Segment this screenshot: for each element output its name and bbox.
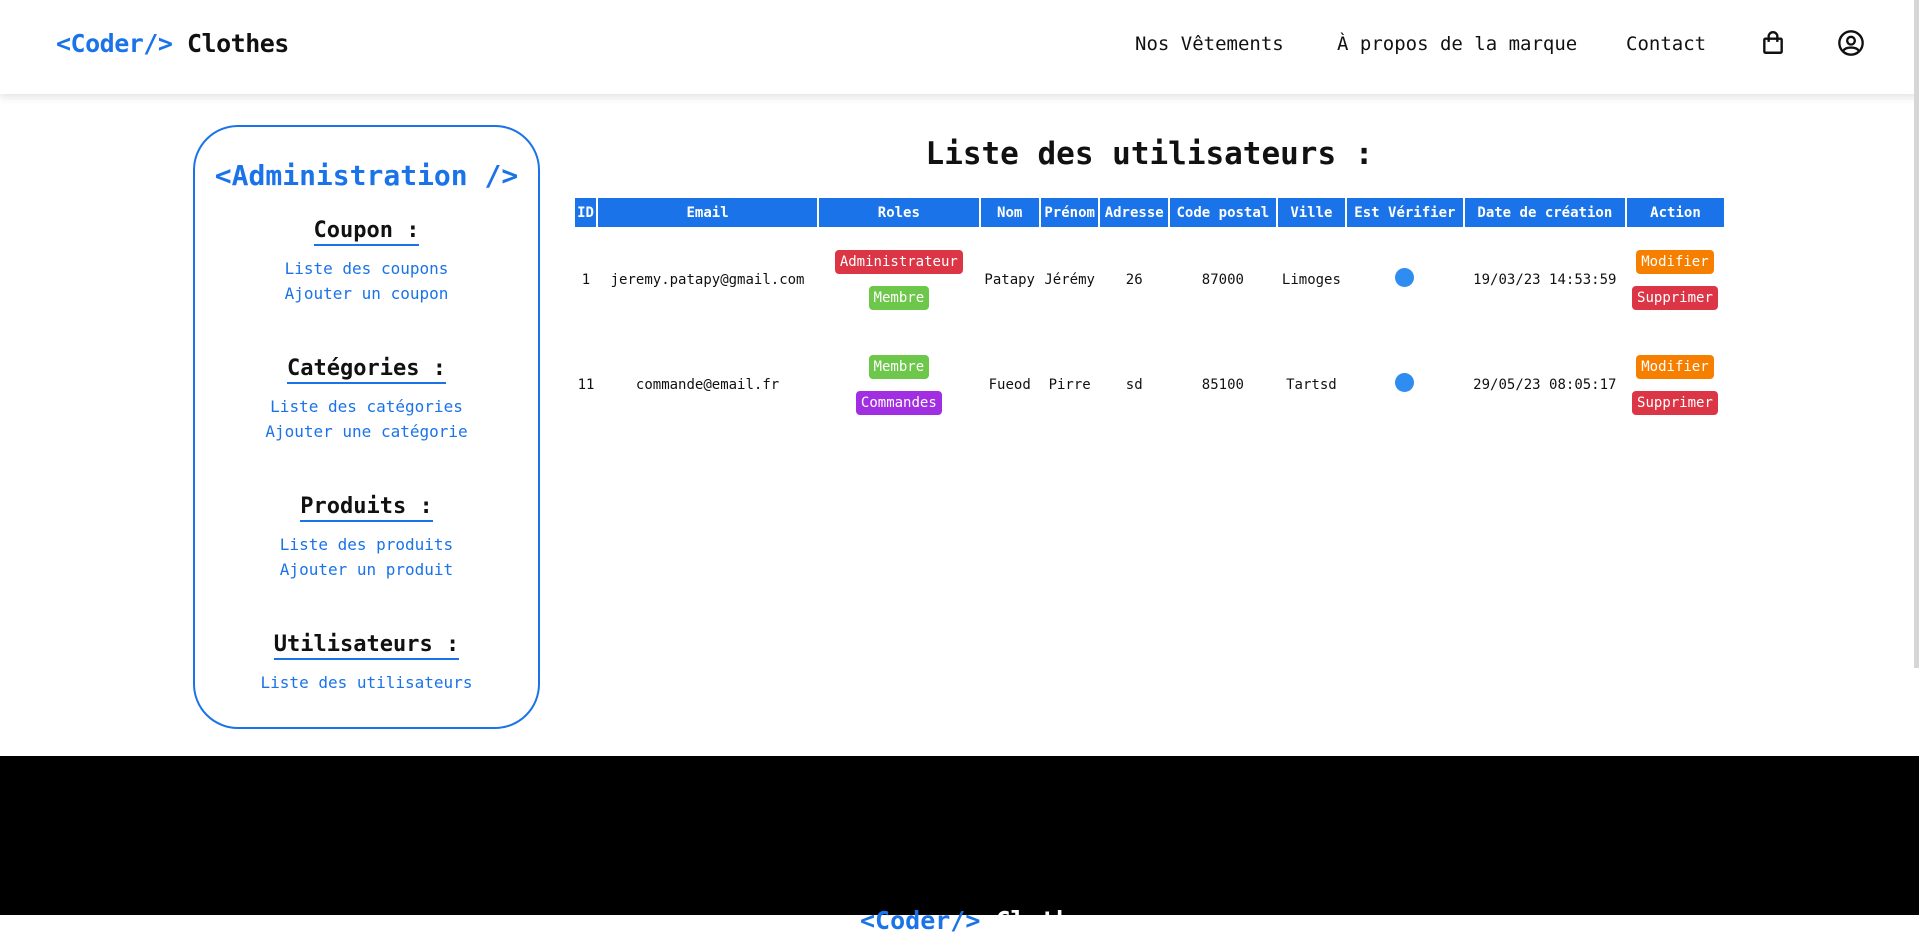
col-header-adresse: Adresse — [1098, 198, 1169, 227]
nav-link-a-propos[interactable]: À propos de la marque — [1337, 33, 1577, 55]
link-list-categories[interactable]: Liste des catégories — [195, 394, 538, 419]
col-header-email: Email — [595, 198, 819, 227]
sidebar-section-coupon: Coupon : Liste des coupons Ajouter un co… — [195, 218, 538, 306]
site-header: <Coder/> Clothes Nos Vêtements À propos … — [0, 0, 1919, 94]
col-header-id: ID — [575, 198, 597, 227]
col-header-ville: Ville — [1275, 198, 1347, 227]
delete-button[interactable]: Supprimer — [1632, 285, 1718, 310]
cell-id: 1 — [581, 271, 591, 288]
cell-nom: Fueod — [988, 376, 1031, 393]
site-footer: <Coder/> Clothes — [0, 756, 1919, 935]
cell-email: jeremy.patapy@gmail.com — [610, 271, 805, 288]
admin-sidebar: <Administration /> Coupon : Liste des co… — [193, 125, 540, 729]
cell-roles: Membre Commandes — [818, 332, 979, 437]
link-add-category[interactable]: Ajouter une catégorie — [195, 419, 538, 444]
role-badge: Commandes — [855, 390, 942, 415]
col-header-date-creation: Date de création — [1462, 198, 1626, 227]
cell-id: 11 — [577, 376, 595, 393]
site-logo[interactable]: <Coder/> Clothes — [56, 29, 289, 58]
footer-logo-code: <Coder/> — [860, 906, 981, 935]
cell-adresse: 26 — [1125, 271, 1143, 288]
sidebar-section-categories: Catégories : Liste des catégories Ajoute… — [195, 356, 538, 444]
sidebar-section-produits: Produits : Liste des produits Ajouter un… — [195, 494, 538, 582]
cell-est-verifier — [1346, 227, 1464, 332]
link-list-utilisateurs[interactable]: Liste des utilisateurs — [195, 670, 538, 695]
verified-dot-icon — [1395, 268, 1415, 287]
nav-link-vetements[interactable]: Nos Vêtements — [1135, 33, 1284, 55]
delete-button[interactable]: Supprimer — [1632, 390, 1718, 415]
section-heading-coupon: Coupon : — [313, 218, 420, 246]
footer-logo-brand: Clothes — [995, 906, 1101, 935]
table-header-row: ID Email Roles Nom Prénom Adresse Code p… — [575, 198, 1724, 227]
cell-date-creation: 19/03/23 14:53:59 — [1473, 271, 1617, 288]
cell-adresse: sd — [1125, 376, 1143, 393]
cell-prenom: Jérémy — [1044, 271, 1095, 288]
nav-link-contact[interactable]: Contact — [1626, 33, 1706, 55]
role-badge: Administrateur — [834, 249, 963, 274]
verified-dot-icon — [1395, 373, 1415, 392]
section-heading-categories: Catégories : — [287, 356, 446, 384]
cell-actions: Modifier Supprimer — [1626, 227, 1724, 332]
link-add-produit[interactable]: Ajouter un produit — [195, 557, 538, 582]
table-row: 1 jeremy.patapy@gmail.com Administrateur… — [575, 227, 1724, 332]
logo-code-text: <Coder/> — [56, 29, 173, 58]
cell-ville: Tartsd — [1286, 376, 1337, 393]
cell-ville: Limoges — [1281, 271, 1341, 288]
link-add-coupon[interactable]: Ajouter un coupon — [195, 281, 538, 306]
logo-brand-text: Clothes — [186, 29, 289, 58]
cell-actions: Modifier Supprimer — [1626, 332, 1724, 437]
role-badge: Membre — [868, 354, 930, 379]
sidebar-section-utilisateurs: Utilisateurs : Liste des utilisateurs — [195, 632, 538, 695]
admin-title: <Administration /> — [214, 159, 519, 192]
page-scrollbar[interactable] — [1914, 0, 1919, 668]
cell-code-postal: 87000 — [1201, 271, 1244, 288]
cell-roles: Administrateur Membre — [818, 227, 979, 332]
col-header-action: Action — [1624, 198, 1724, 227]
link-list-produits[interactable]: Liste des produits — [195, 532, 538, 557]
shopping-bag-icon[interactable] — [1758, 28, 1788, 58]
cell-prenom: Pirre — [1048, 376, 1091, 393]
cell-est-verifier — [1346, 332, 1464, 437]
modify-button[interactable]: Modifier — [1636, 249, 1714, 274]
col-header-nom: Nom — [978, 198, 1040, 227]
col-header-code-postal: Code postal — [1167, 198, 1277, 227]
section-heading-utilisateurs: Utilisateurs : — [273, 632, 460, 660]
col-header-prenom: Prénom — [1038, 198, 1100, 227]
col-header-roles: Roles — [817, 198, 980, 227]
users-table: ID Email Roles Nom Prénom Adresse Code p… — [575, 198, 1724, 437]
page-title: Liste des utilisateurs : — [925, 136, 1374, 172]
cell-nom: Patapy — [984, 271, 1035, 288]
section-heading-produits: Produits : — [300, 494, 433, 522]
cell-code-postal: 85100 — [1201, 376, 1244, 393]
cell-date-creation: 29/05/23 08:05:17 — [1473, 376, 1617, 393]
link-list-coupons[interactable]: Liste des coupons — [195, 256, 538, 281]
role-badge: Membre — [868, 285, 930, 310]
footer-logo[interactable]: <Coder/> Clothes — [860, 906, 1101, 935]
table-row: 11 commande@email.fr Membre Commandes Fu… — [575, 332, 1724, 437]
cell-email: commande@email.fr — [635, 376, 780, 393]
user-account-icon[interactable] — [1836, 28, 1866, 58]
modify-button[interactable]: Modifier — [1636, 354, 1714, 379]
col-header-est-verifier: Est Vérifier — [1345, 198, 1464, 227]
